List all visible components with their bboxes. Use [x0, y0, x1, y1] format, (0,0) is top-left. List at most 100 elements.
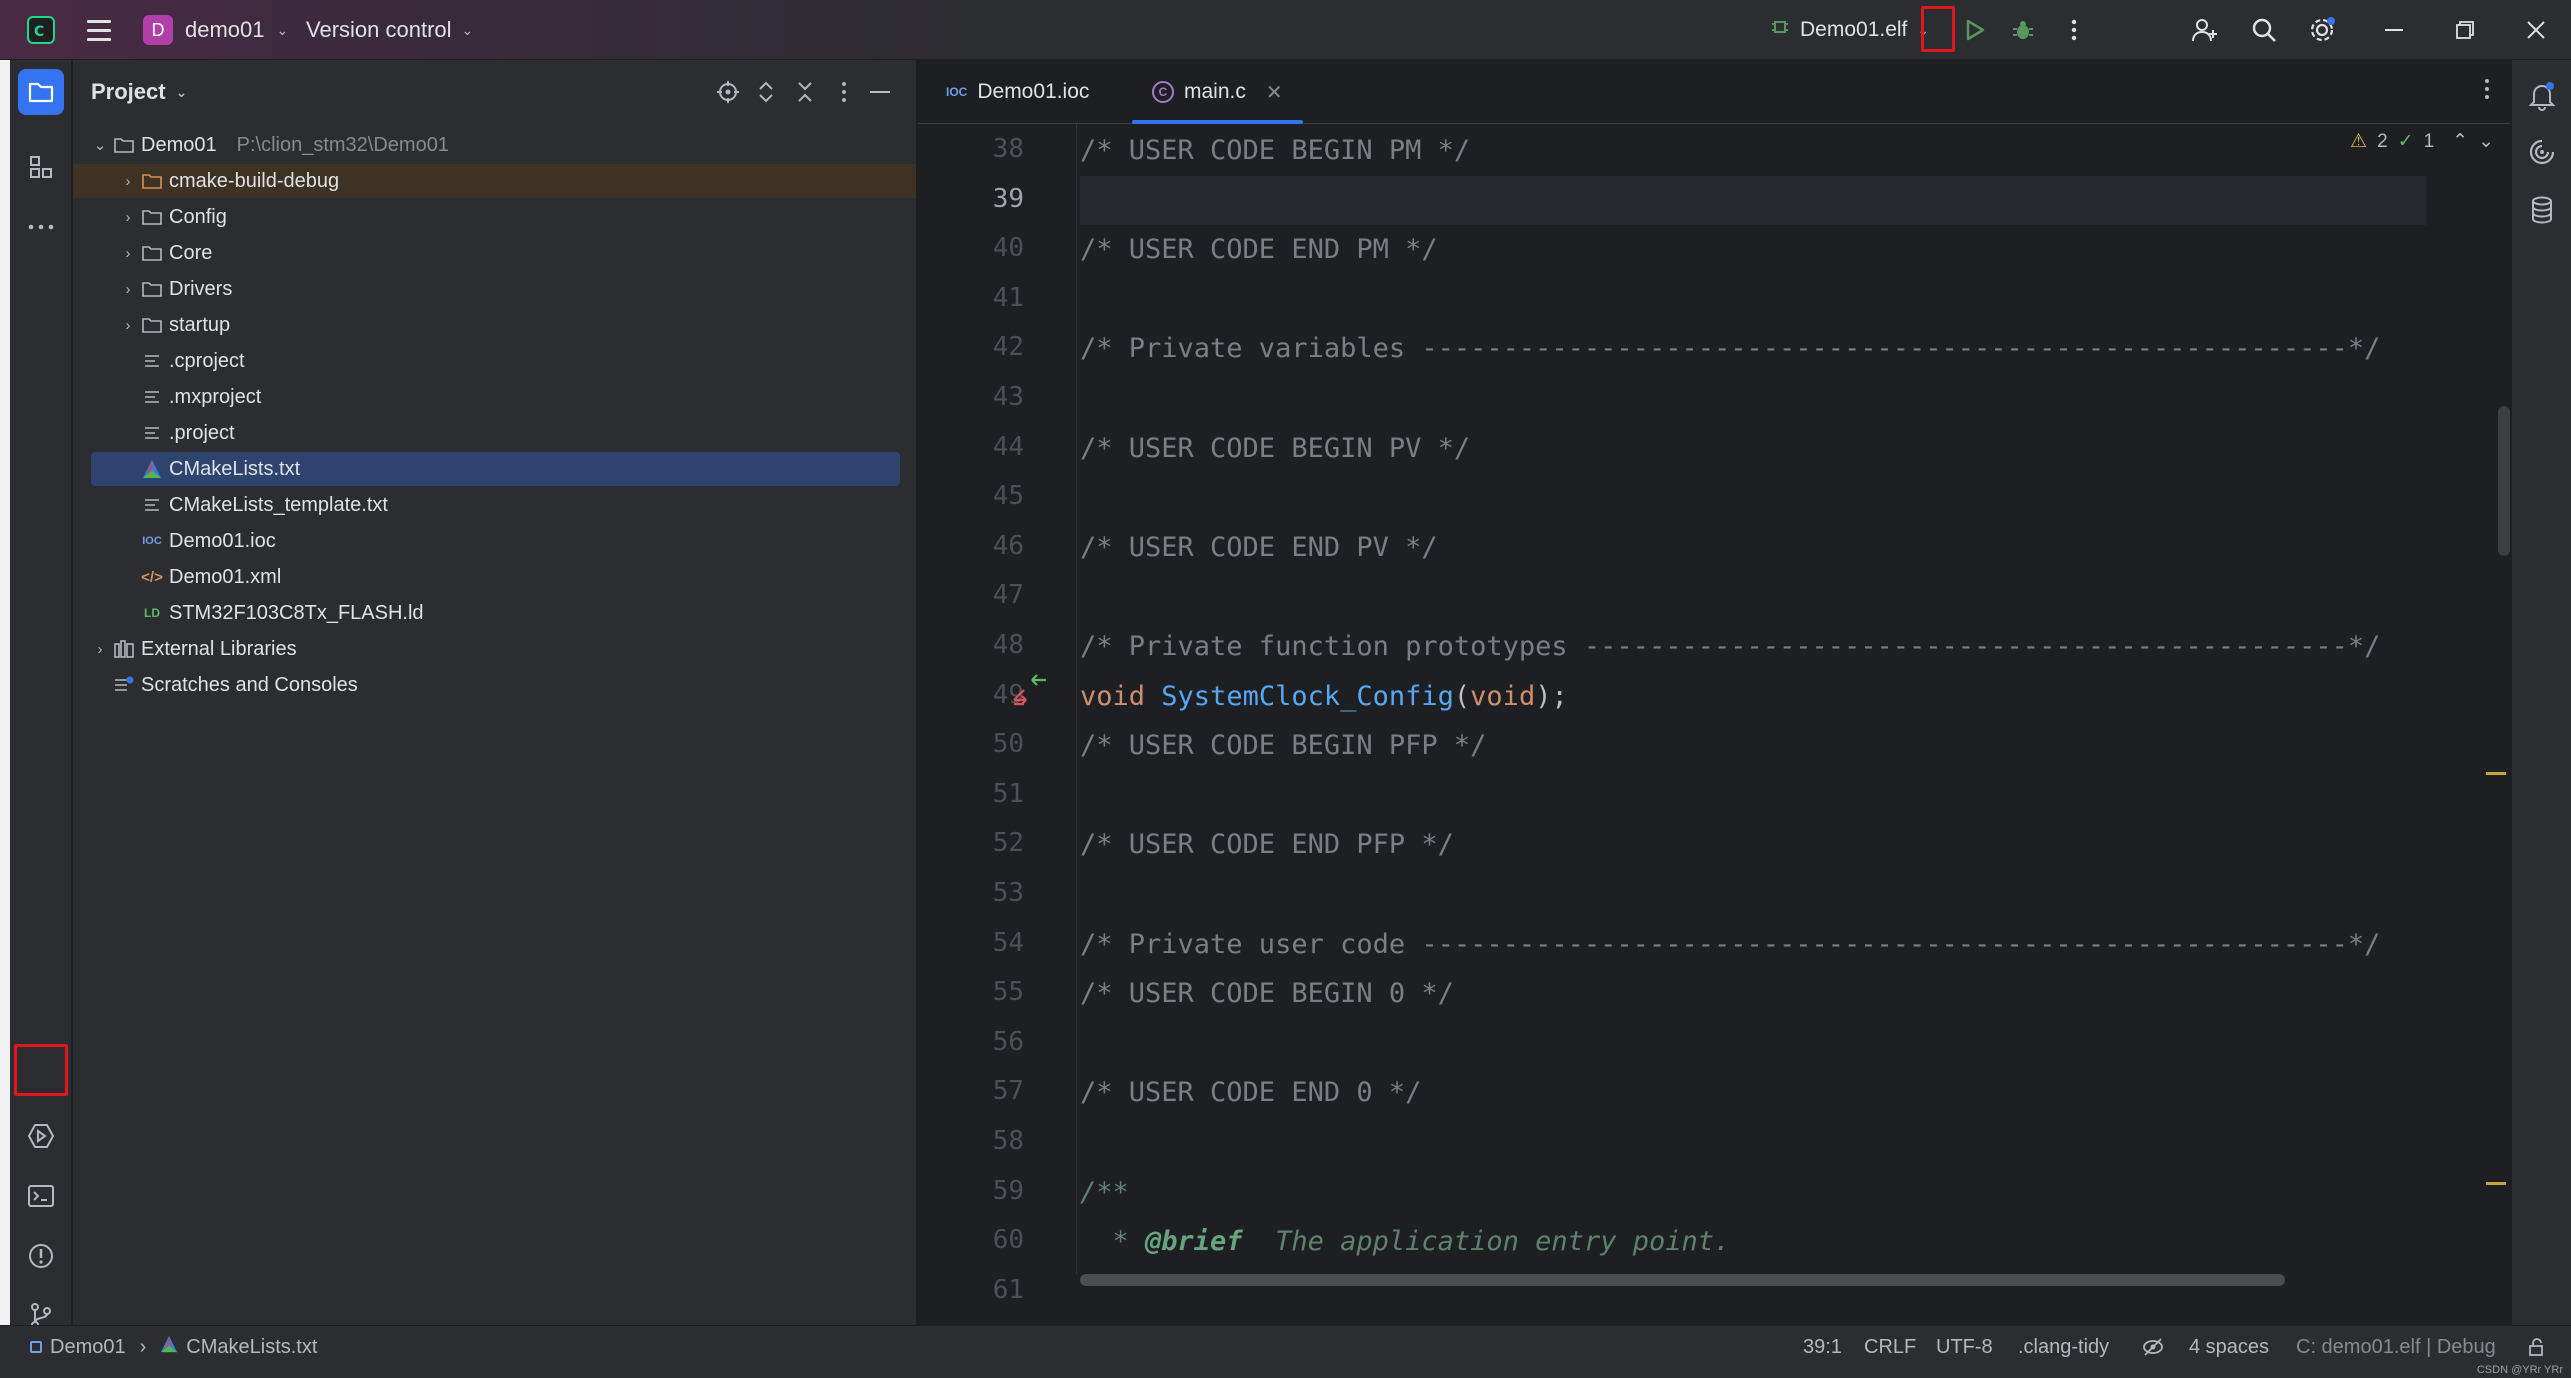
- horizontal-scrollbar[interactable]: [1080, 1274, 2285, 1286]
- next-highlight-icon[interactable]: ⌄: [2478, 130, 2494, 153]
- line-number[interactable]: 52: [944, 828, 1024, 858]
- search-icon[interactable]: [2242, 0, 2286, 60]
- line-number[interactable]: 58: [944, 1126, 1024, 1156]
- line-separator[interactable]: CRLF: [1864, 1326, 1916, 1368]
- chevron-right-icon[interactable]: ›: [119, 317, 137, 334]
- code-line[interactable]: [1080, 275, 2430, 324]
- main-menu-icon[interactable]: [84, 0, 114, 60]
- project-switcher[interactable]: D demo01 ⌄: [143, 0, 288, 60]
- code-line[interactable]: /* USER CODE BEGIN PV */: [1080, 424, 2430, 473]
- line-number[interactable]: 53: [944, 878, 1024, 908]
- minimize-icon[interactable]: [2372, 0, 2416, 60]
- line-number[interactable]: 39: [944, 184, 1024, 214]
- line-number[interactable]: 40: [944, 233, 1024, 263]
- run-configuration-selector[interactable]: Demo01.elf ⌄: [1770, 0, 1929, 60]
- tree-node-cproject[interactable]: .cproject: [91, 344, 900, 378]
- locate-file-icon[interactable]: [714, 78, 742, 106]
- line-number[interactable]: 54: [944, 928, 1024, 958]
- code-line[interactable]: * @brief The application entry point.: [1080, 1217, 2430, 1266]
- notifications-bell-icon[interactable]: [2524, 78, 2560, 114]
- highlighting-level-icon[interactable]: [2142, 1326, 2164, 1368]
- chevron-right-icon[interactable]: ›: [119, 173, 137, 190]
- add-user-icon[interactable]: [2183, 0, 2227, 60]
- code-line[interactable]: /* USER CODE BEGIN 0 */: [1080, 969, 2430, 1018]
- tree-node-cmakelists-template[interactable]: CMakeLists_template.txt: [91, 488, 900, 522]
- options-icon[interactable]: [830, 78, 858, 106]
- terminal-tool-button[interactable]: [18, 1173, 64, 1219]
- chevron-right-icon[interactable]: ›: [119, 209, 137, 226]
- code-line[interactable]: /* USER CODE BEGIN PM */: [1080, 126, 2430, 175]
- tree-node-project[interactable]: .project: [91, 416, 900, 450]
- code-line[interactable]: [1080, 1019, 2430, 1068]
- expand-all-icon[interactable]: [752, 78, 780, 106]
- run-button[interactable]: [1960, 0, 1990, 60]
- line-number[interactable]: 44: [944, 432, 1024, 462]
- more-tool-windows-icon[interactable]: [18, 204, 64, 250]
- close-window-icon[interactable]: [2514, 0, 2558, 60]
- line-number[interactable]: 42: [944, 332, 1024, 362]
- chevron-down-icon[interactable]: ⌄: [91, 136, 109, 154]
- line-number[interactable]: 61: [944, 1275, 1024, 1305]
- readonly-lock-icon[interactable]: [2527, 1326, 2547, 1368]
- tree-node-flash-ld[interactable]: LD STM32F103C8Tx_FLASH.ld: [91, 596, 900, 630]
- code-line[interactable]: /* Private function prototypes ---------…: [1080, 622, 2430, 671]
- tab-options-icon[interactable]: [2484, 78, 2490, 107]
- code-line[interactable]: /* Private variables -------------------…: [1080, 324, 2430, 373]
- code-line-prototype[interactable]: void SystemClock_Config(void);: [1080, 672, 2430, 721]
- structure-tool-button[interactable]: [18, 144, 64, 190]
- clang-tidy-config[interactable]: .clang-tidy: [2018, 1326, 2109, 1368]
- code-line[interactable]: [1080, 771, 2430, 820]
- code-line[interactable]: /* USER CODE END 0 */: [1080, 1068, 2430, 1117]
- project-tool-button[interactable]: [18, 69, 64, 115]
- services-tool-button[interactable]: [18, 1113, 64, 1159]
- code-line[interactable]: /* USER CODE END PV */: [1080, 523, 2430, 572]
- tree-node-external-libraries[interactable]: › External Libraries: [91, 632, 900, 666]
- debug-button[interactable]: [2006, 0, 2040, 60]
- chevron-right-icon[interactable]: ›: [119, 245, 137, 262]
- problems-tool-button[interactable]: [18, 1233, 64, 1279]
- close-tab-icon[interactable]: ✕: [1266, 80, 1283, 105]
- project-view-selector[interactable]: Project ⌄: [91, 79, 187, 105]
- code-line[interactable]: [1080, 572, 2430, 621]
- line-number[interactable]: 55: [944, 977, 1024, 1007]
- line-number[interactable]: 60: [944, 1225, 1024, 1255]
- line-number[interactable]: 41: [944, 283, 1024, 313]
- file-encoding[interactable]: UTF-8: [1936, 1326, 1993, 1368]
- line-number[interactable]: 57: [944, 1076, 1024, 1106]
- warning-stripe[interactable]: [2486, 1182, 2506, 1185]
- tree-node-demo01-ioc[interactable]: IOC Demo01.ioc: [91, 524, 900, 558]
- breadcrumb-project[interactable]: Demo01: [50, 1336, 126, 1359]
- implements-arrows-icon[interactable]: [1010, 672, 1050, 712]
- code-line[interactable]: /* USER CODE END PFP */: [1080, 820, 2430, 869]
- code-line[interactable]: [1080, 1118, 2430, 1167]
- tree-node-demo01-xml[interactable]: </> Demo01.xml: [91, 560, 900, 594]
- inspections-widget[interactable]: ⚠ 2 ✓ 1 ⌃ ⌄: [2350, 130, 2494, 153]
- tree-node-mxproject[interactable]: .mxproject: [91, 380, 900, 414]
- code-line[interactable]: [1080, 374, 2430, 423]
- warning-stripe[interactable]: [2486, 772, 2506, 775]
- tree-node-drivers[interactable]: › Drivers: [91, 272, 900, 306]
- line-number[interactable]: 48: [944, 630, 1024, 660]
- ai-assistant-icon[interactable]: [2524, 134, 2560, 170]
- caret-position[interactable]: 39:1: [1803, 1326, 1842, 1368]
- line-number[interactable]: 45: [944, 481, 1024, 511]
- code-line[interactable]: [1080, 870, 2430, 919]
- tree-node-config[interactable]: › Config: [91, 200, 900, 234]
- line-number[interactable]: 47: [944, 580, 1024, 610]
- version-control-menu[interactable]: Version control ⌄: [306, 0, 473, 60]
- resolve-context[interactable]: C: demo01.elf | Debug: [2296, 1326, 2496, 1368]
- tree-node-cmakelists[interactable]: CMakeLists.txt: [91, 452, 900, 486]
- line-number[interactable]: 59: [944, 1176, 1024, 1206]
- line-number[interactable]: 46: [944, 531, 1024, 561]
- line-number[interactable]: 51: [944, 779, 1024, 809]
- vertical-scrollbar[interactable]: [2498, 406, 2510, 556]
- code-line[interactable]: * @retval int: [1080, 1267, 2430, 1274]
- tree-node-cmake-build-debug[interactable]: › cmake-build-debug: [73, 164, 916, 198]
- line-number[interactable]: 43: [944, 382, 1024, 412]
- more-actions-icon[interactable]: [2060, 0, 2088, 60]
- code-line[interactable]: /* USER CODE END PM */: [1080, 225, 2430, 274]
- code-line[interactable]: [1080, 473, 2430, 522]
- indent-settings[interactable]: 4 spaces: [2189, 1326, 2269, 1368]
- breadcrumb-file[interactable]: CMakeLists.txt: [186, 1336, 317, 1359]
- line-number[interactable]: 50: [944, 729, 1024, 759]
